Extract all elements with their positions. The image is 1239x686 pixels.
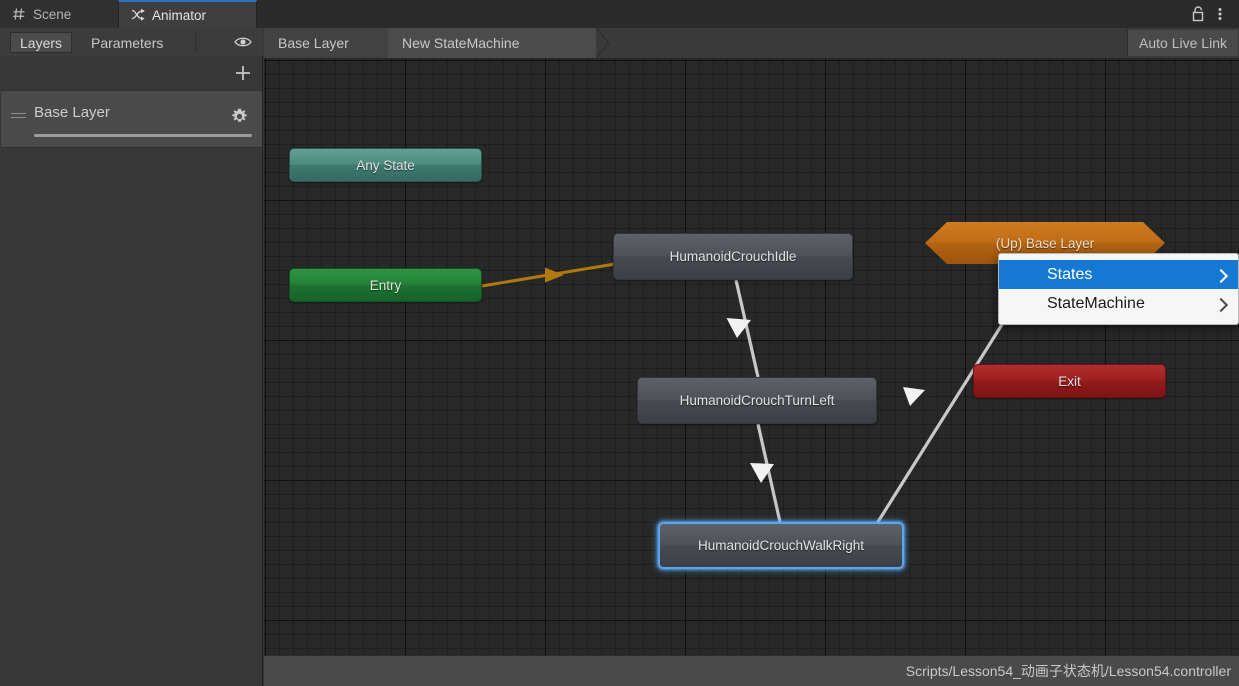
layer-name-label: Base Layer <box>34 104 110 121</box>
auto-live-link-label: Auto Live Link <box>1139 35 1227 51</box>
breadcrumb-chevron-icon-2 <box>595 27 610 59</box>
tab-parameters[interactable]: Parameters <box>82 32 172 53</box>
drag-handle-icon[interactable] <box>11 113 26 119</box>
node-entry-label: Entry <box>369 277 402 293</box>
node-up-base-layer-label: (Up) Base Layer <box>995 235 1095 251</box>
chevron-right-icon-2 <box>1213 297 1229 312</box>
eye-icon[interactable] <box>233 34 253 50</box>
tab-animator-label: Animator <box>152 7 207 23</box>
context-menu-item-statemachine-label: StateMachine <box>1047 294 1145 312</box>
transition-entry-to-idle <box>481 262 616 288</box>
layer-list-item-base-layer[interactable]: Base Layer <box>1 90 262 148</box>
transition-turnleft-to-walkright <box>750 423 782 523</box>
breadcrumb-item-new-statemachine-label: New StateMachine <box>402 35 520 51</box>
window-tab-strip: Scene Animator <box>0 0 1239 29</box>
grid-icon <box>12 7 26 21</box>
transition-idle-to-turnleft <box>726 279 760 378</box>
breadcrumb-item-base-layer[interactable]: Base Layer <box>264 27 415 59</box>
tab-animator[interactable]: Animator <box>118 0 257 28</box>
auto-live-link-button[interactable]: Auto Live Link <box>1127 30 1238 56</box>
context-menu-item-states-label: States <box>1047 265 1093 283</box>
node-humanoid-crouch-turn-left-label: HumanoidCrouchTurnLeft <box>679 393 835 408</box>
unlock-icon[interactable] <box>1190 5 1206 23</box>
panel-tab-divider <box>195 33 196 53</box>
node-entry[interactable]: Entry <box>289 268 482 302</box>
context-menu-item-states[interactable]: States <box>999 260 1238 289</box>
node-humanoid-crouch-idle[interactable]: HumanoidCrouchIdle <box>613 233 853 280</box>
gear-icon[interactable] <box>231 108 248 125</box>
tab-layers-label: Layers <box>20 34 63 51</box>
tab-layers[interactable]: Layers <box>10 32 73 53</box>
node-humanoid-crouch-walk-right-label: HumanoidCrouchWalkRight <box>697 538 865 553</box>
window-controls <box>1190 0 1233 28</box>
context-menu-item-statemachine[interactable]: StateMachine <box>999 289 1238 318</box>
status-bar: Scripts/Lesson54_动画子状态机/Lesson54.control… <box>264 655 1239 686</box>
controller-path-label: Scripts/Lesson54_动画子状态机/Lesson54.control… <box>905 663 1231 679</box>
node-humanoid-crouch-idle-label: HumanoidCrouchIdle <box>669 249 797 264</box>
breadcrumb-item-new-statemachine[interactable]: New StateMachine <box>388 27 610 59</box>
breadcrumb: Base Layer New StateMachine Auto Live Li… <box>264 27 1239 59</box>
breadcrumb-item-base-layer-label: Base Layer <box>278 35 349 51</box>
context-menu[interactable]: States StateMachine <box>998 253 1239 325</box>
chevron-right-icon <box>1213 268 1229 283</box>
animator-icon <box>131 8 145 22</box>
layer-weight-slider[interactable] <box>34 134 252 137</box>
node-any-state[interactable]: Any State <box>289 148 482 182</box>
tab-parameters-label: Parameters <box>91 34 164 51</box>
tab-scene-label: Scene <box>33 6 72 22</box>
layers-panel: Layers Parameters Base Layer <box>0 28 263 686</box>
node-humanoid-crouch-turn-left[interactable]: HumanoidCrouchTurnLeft <box>637 377 877 424</box>
node-exit[interactable]: Exit <box>973 364 1166 398</box>
tab-scene[interactable]: Scene <box>0 0 118 28</box>
animator-window: Scene Animator Layers Parameters Base La… <box>0 0 1239 686</box>
state-machine-graph[interactable]: Any State Entry HumanoidCrouchIdle Human… <box>264 59 1239 655</box>
add-layer-button[interactable] <box>232 62 254 84</box>
layers-panel-tabs: Layers Parameters <box>0 28 263 80</box>
node-any-state-label: Any State <box>356 157 415 173</box>
kebab-menu-icon[interactable] <box>1217 5 1233 23</box>
node-humanoid-crouch-walk-right[interactable]: HumanoidCrouchWalkRight <box>658 522 904 569</box>
node-exit-label: Exit <box>1058 373 1081 389</box>
